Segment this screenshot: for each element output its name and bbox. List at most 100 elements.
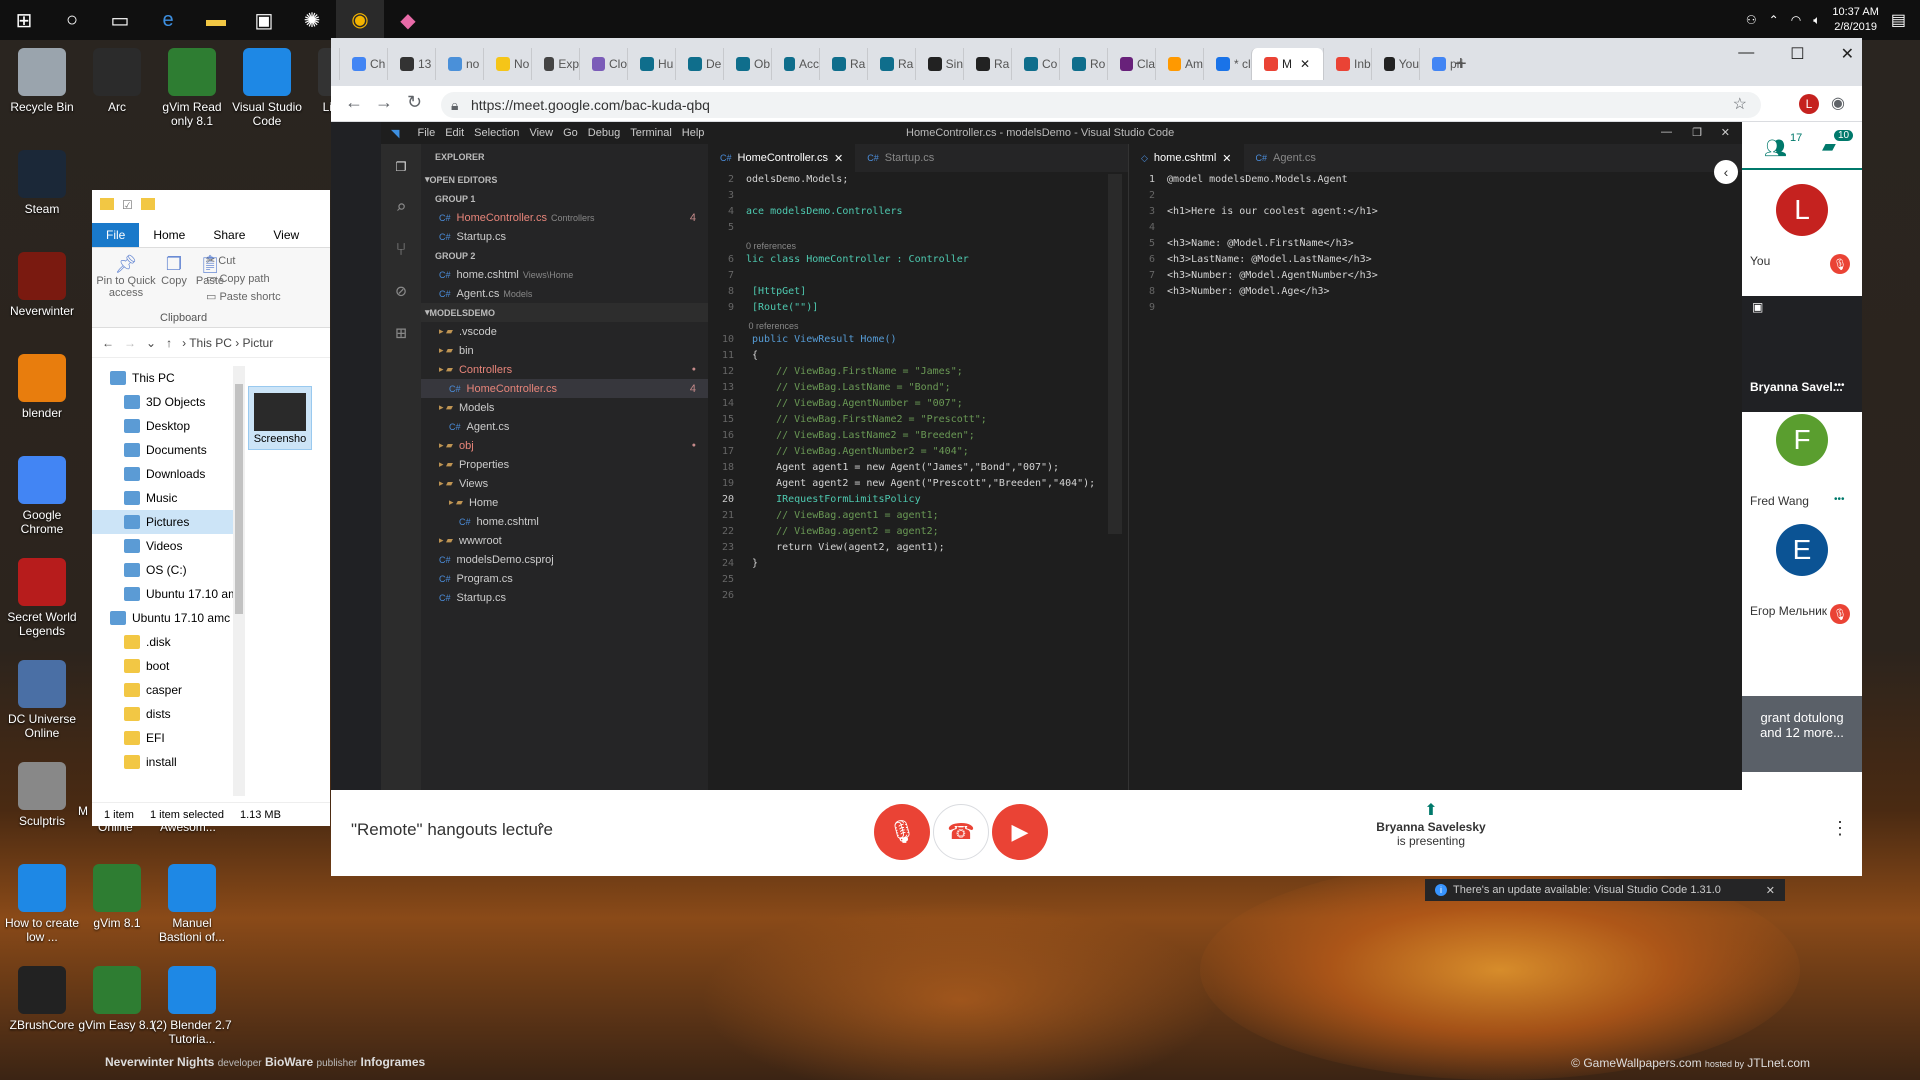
menu-item[interactable]: Edit xyxy=(445,127,464,139)
nav-item[interactable]: Documents xyxy=(92,438,240,462)
explorer-item[interactable]: C# home.cshtml Views\Home xyxy=(421,265,708,284)
browser-tab[interactable]: Inb xyxy=(1323,48,1371,80)
nav-item[interactable]: .disk xyxy=(92,630,240,654)
close-icon[interactable]: ✕ xyxy=(1222,152,1231,165)
debug-icon[interactable]: ⊘ xyxy=(381,270,421,312)
browser-tab[interactable]: M ✕ xyxy=(1251,48,1323,80)
nav-item[interactable]: Music xyxy=(92,486,240,510)
browser-tab[interactable]: Am xyxy=(1155,48,1203,80)
nav-item[interactable]: EFI xyxy=(92,726,240,750)
minimize-button[interactable]: — xyxy=(1661,126,1672,138)
browser-tab[interactable]: Ra xyxy=(963,48,1011,80)
desktop-icon[interactable]: ZBrushCore xyxy=(0,966,84,1032)
nav-item[interactable]: This PC xyxy=(92,366,240,390)
close-button[interactable]: ✕ xyxy=(1841,44,1854,64)
browser-tab[interactable]: De xyxy=(675,48,723,80)
participant[interactable]: F Fred Wang ••• xyxy=(1742,404,1862,512)
nav-item[interactable]: dists xyxy=(92,702,240,726)
nav-item[interactable]: casper xyxy=(92,678,240,702)
chat-icon[interactable]: ▰ xyxy=(1822,136,1836,157)
explorer-item[interactable]: ▸ ▰ obj ● xyxy=(421,436,708,455)
leave-call-button[interactable]: ☎︎ xyxy=(933,804,989,860)
desktop-icon[interactable]: Recycle Bin xyxy=(0,48,84,114)
desktop-icon[interactable]: gVim Read only 8.1 xyxy=(150,48,234,128)
desktop-icon[interactable]: Arc xyxy=(75,48,159,114)
nav-scrollbar[interactable] xyxy=(233,366,245,796)
explorer-item[interactable]: ▸ ▰ Views xyxy=(421,474,708,493)
explorer-item[interactable]: ▸ ▰ Properties xyxy=(421,455,708,474)
explorer-item[interactable]: C# HomeController.cs 4 xyxy=(421,379,708,398)
browser-tab[interactable]: Ob xyxy=(723,48,771,80)
nav-item[interactable]: OS (C:) xyxy=(92,558,240,582)
browser-tab[interactable]: No xyxy=(483,48,531,80)
editor-tab[interactable]: ◇ home.cshtml ✕ xyxy=(1129,144,1244,172)
explorer-item[interactable]: ▸ ▰ Models xyxy=(421,398,708,417)
close-icon[interactable]: ✕ xyxy=(834,152,843,165)
store-icon[interactable]: ▣ xyxy=(240,0,288,40)
editor-tab[interactable]: C# Startup.cs xyxy=(855,144,946,172)
menu-item[interactable]: Debug xyxy=(588,127,620,139)
nav-item[interactable]: install xyxy=(92,750,240,774)
browser-tab[interactable]: Sin xyxy=(915,48,963,80)
extensions-icon[interactable]: ⊞ xyxy=(381,312,421,354)
mic-off-button[interactable]: 🎙︎ xyxy=(874,804,930,860)
menu-item[interactable]: Go xyxy=(563,127,578,139)
explorer-icon[interactable]: ❐ xyxy=(381,144,421,186)
cut-button[interactable]: ✂ Cut xyxy=(206,252,281,270)
browser-tab[interactable]: Acc xyxy=(771,48,819,80)
edge-icon[interactable]: e xyxy=(144,0,192,40)
camera-off-button[interactable]: ▶︎ xyxy=(992,804,1048,860)
desktop-icon[interactable]: Visual Studio Code xyxy=(225,48,309,128)
restore-button[interactable]: ❐ xyxy=(1692,126,1702,139)
explorer-item[interactable]: C# home.cshtml xyxy=(421,512,708,531)
editor-scrollbar[interactable] xyxy=(1108,174,1122,534)
chevron-down-icon[interactable]: ⌄ xyxy=(146,336,156,350)
browser-tab[interactable]: Ro xyxy=(1059,48,1107,80)
pin-button[interactable]: 📌︎ Pin to Quick access xyxy=(96,254,156,299)
browser-tab[interactable]: * cl xyxy=(1203,48,1251,80)
task-view-button[interactable]: ▭ xyxy=(96,0,144,40)
explorer-item[interactable]: C# Agent.cs Models xyxy=(421,284,708,303)
presenting-status[interactable]: ⬆︎ Bryanna Savelesky is presenting xyxy=(1371,800,1491,848)
up-icon[interactable]: ↑ xyxy=(166,336,172,350)
more-options-icon[interactable]: ⋮ xyxy=(1831,818,1849,839)
editor-tab[interactable]: C# Agent.cs xyxy=(1244,144,1328,172)
browser-tab[interactable]: Hu xyxy=(627,48,675,80)
participant[interactable]: E Егор Мельник 🎙︎ xyxy=(1742,514,1862,624)
explorer-item[interactable]: C# Startup.cs xyxy=(421,588,708,607)
new-folder-icon[interactable] xyxy=(140,198,155,210)
maximize-button[interactable]: ☐ xyxy=(1790,44,1804,64)
participant[interactable]: L You 🎙︎ xyxy=(1742,174,1862,282)
desktop-icon[interactable]: Steam xyxy=(0,150,84,216)
browser-tab[interactable]: 13 xyxy=(387,48,435,80)
desktop-icon[interactable]: gVim 8.1 xyxy=(75,864,159,930)
breadcrumb[interactable]: › This PC › Pictur xyxy=(182,336,273,350)
chevron-up-icon[interactable]: ⌃ xyxy=(535,820,547,837)
explorer-item[interactable]: C# Agent.cs xyxy=(421,417,708,436)
chrome-icon[interactable]: ◉ xyxy=(336,0,384,40)
nav-item[interactable]: Videos xyxy=(92,534,240,558)
reload-icon[interactable]: ↻ xyxy=(407,92,422,113)
browser-tab[interactable]: Ra xyxy=(867,48,915,80)
copy-path-button[interactable]: ▭ Copy path xyxy=(206,270,281,288)
code-editor[interactable]: 2 odelsDemo.Models; 3 4 ace modelsDemo.Contr… xyxy=(708,172,1128,606)
nav-item[interactable]: 3D Objects xyxy=(92,390,240,414)
explorer-item[interactable]: ▸ ▰ .vscode xyxy=(421,322,708,341)
menu-item[interactable]: Selection xyxy=(474,127,519,139)
desktop-icon[interactable]: (2) Blender 2.7 Tutoria... xyxy=(150,966,234,1046)
menu-item[interactable]: File xyxy=(417,127,435,139)
desktop-icon[interactable]: blender xyxy=(0,354,84,420)
close-tab-icon[interactable]: ✕ xyxy=(1300,57,1310,71)
minimize-button[interactable]: — xyxy=(1738,44,1754,64)
wifi-icon[interactable]: ◠ xyxy=(1791,13,1801,27)
tab-view[interactable]: View xyxy=(259,223,313,247)
browser-tab[interactable]: no xyxy=(435,48,483,80)
copy-button[interactable]: ❐ Copy xyxy=(156,254,192,287)
notifications-icon[interactable]: ▤ xyxy=(1891,10,1906,30)
nav-item[interactable]: boot xyxy=(92,654,240,678)
project-header[interactable]: ▾ MODELSDEMO xyxy=(421,303,708,322)
explorer-item[interactable]: ▸ ▰ bin xyxy=(421,341,708,360)
explorer-item[interactable]: C# HomeController.cs Controllers 4 xyxy=(421,208,708,227)
explorer-item[interactable]: C# Startup.cs xyxy=(421,227,708,246)
chevron-up-icon[interactable]: ⌃ xyxy=(1769,13,1779,27)
